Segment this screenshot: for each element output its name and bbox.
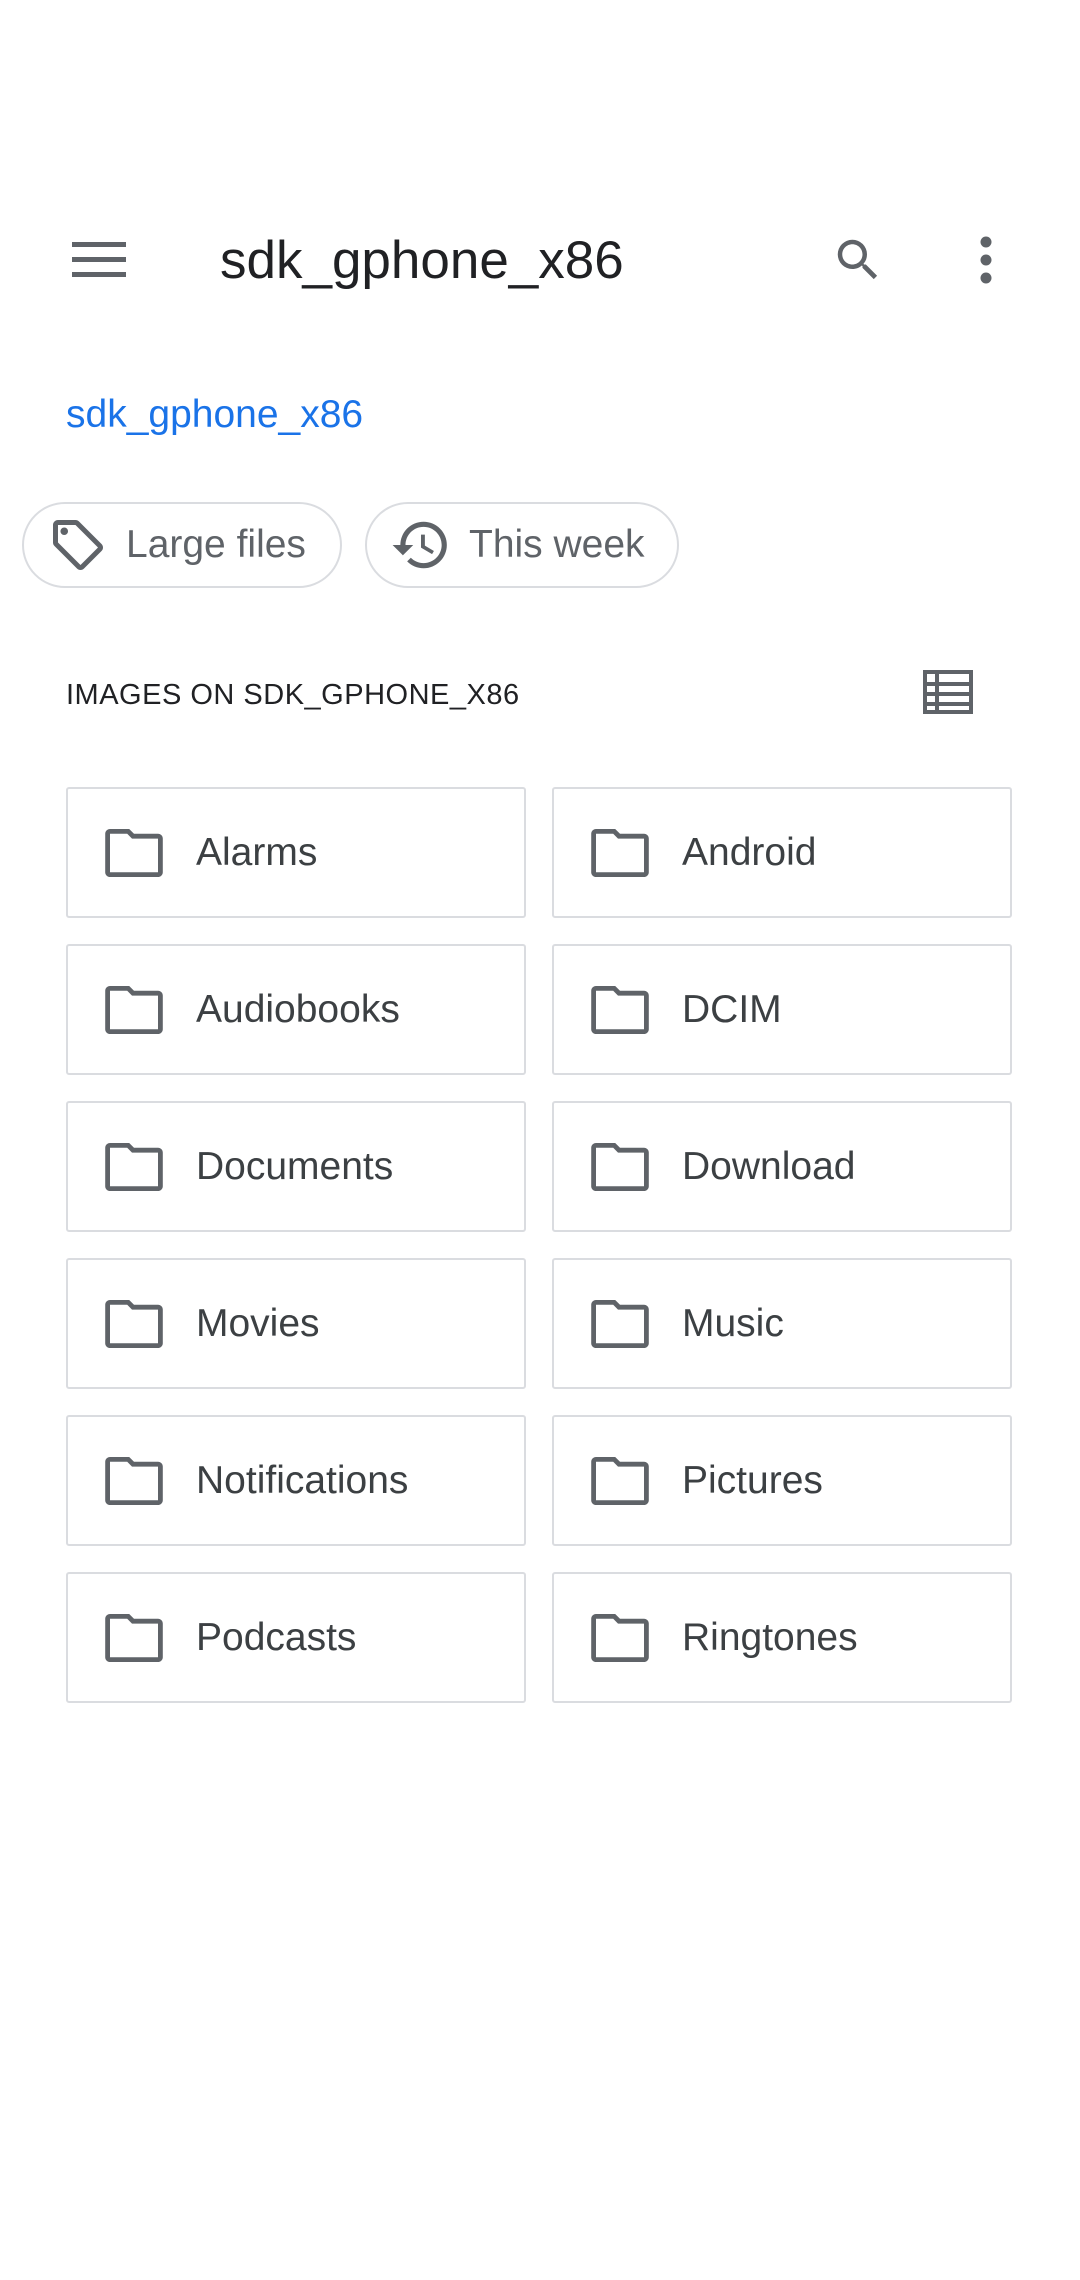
history-icon <box>389 513 453 577</box>
folder-label: Ringtones <box>682 1615 858 1659</box>
folder-icon <box>590 1294 650 1354</box>
folder-icon <box>104 980 164 1040</box>
folder-label: Download <box>682 1144 856 1188</box>
folder-icon <box>590 1608 650 1668</box>
folder-item-notifications[interactable]: Notifications <box>66 1415 526 1546</box>
folder-item-music[interactable]: Music <box>552 1258 1012 1389</box>
folder-icon <box>590 1137 650 1197</box>
folder-label: Pictures <box>682 1458 823 1502</box>
section-title: IMAGES ON SDK_GPHONE_X86 <box>66 679 520 711</box>
folder-label: Audiobooks <box>196 987 400 1031</box>
folder-item-audiobooks[interactable]: Audiobooks <box>66 944 526 1075</box>
folder-icon <box>590 980 650 1040</box>
folder-item-dcim[interactable]: DCIM <box>552 944 1012 1075</box>
folder-label: Documents <box>196 1144 394 1188</box>
folder-item-movies[interactable]: Movies <box>66 1258 526 1389</box>
breadcrumb[interactable]: sdk_gphone_x86 <box>66 390 363 440</box>
folder-icon <box>104 1451 164 1511</box>
folder-label: Alarms <box>196 830 318 874</box>
chip-this-week[interactable]: This week <box>365 502 679 588</box>
folder-label: Android <box>682 830 817 874</box>
folder-label: DCIM <box>682 987 782 1031</box>
folder-icon <box>104 1137 164 1197</box>
chip-label: This week <box>469 523 645 566</box>
chip-large-files[interactable]: Large files <box>22 502 342 588</box>
folder-item-download[interactable]: Download <box>552 1101 1012 1232</box>
folder-label: Notifications <box>196 1458 409 1502</box>
folder-label: Podcasts <box>196 1615 357 1659</box>
search-icon[interactable] <box>810 212 906 308</box>
folder-grid: Alarms Android Audiobooks DCIM Documents… <box>66 787 1014 1703</box>
folder-item-alarms[interactable]: Alarms <box>66 787 526 918</box>
folder-item-android[interactable]: Android <box>552 787 1012 918</box>
folder-item-pictures[interactable]: Pictures <box>552 1415 1012 1546</box>
folder-icon <box>104 1294 164 1354</box>
hamburger-menu-icon[interactable] <box>51 212 147 308</box>
folder-item-documents[interactable]: Documents <box>66 1101 526 1232</box>
folder-label: Movies <box>196 1301 320 1345</box>
more-vert-icon[interactable] <box>938 212 1034 308</box>
folder-item-podcasts[interactable]: Podcasts <box>66 1572 526 1703</box>
folder-icon <box>590 1451 650 1511</box>
folder-item-ringtones[interactable]: Ringtones <box>552 1572 1012 1703</box>
folder-label: Music <box>682 1301 784 1345</box>
folder-icon <box>104 823 164 883</box>
tag-icon <box>46 513 110 577</box>
chip-label: Large files <box>126 523 306 566</box>
folder-icon <box>590 823 650 883</box>
page-title: sdk_gphone_x86 <box>220 231 624 290</box>
list-view-icon[interactable] <box>900 644 996 740</box>
folder-icon <box>104 1608 164 1668</box>
